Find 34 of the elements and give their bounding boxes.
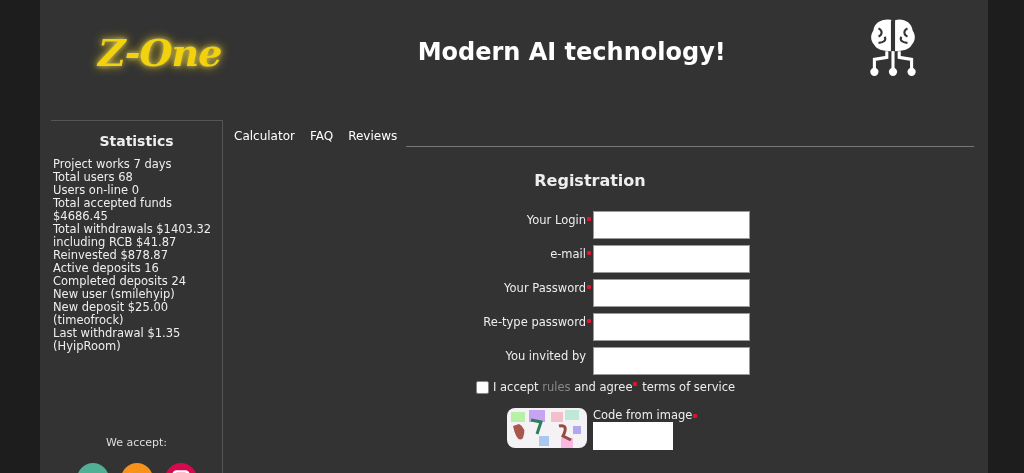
- agree-text: I accept rules and agree terms of service: [493, 380, 736, 394]
- rules-link[interactable]: rules: [542, 380, 571, 394]
- stat-line: Completed deposits 24: [53, 275, 188, 288]
- stat-line: New user (smilehyip): [53, 288, 176, 301]
- stat-line: Total accepted funds $4686.45: [53, 197, 174, 223]
- accept-label: We accept:: [104, 436, 169, 449]
- input-field[interactable]: [593, 313, 750, 341]
- input-field[interactable]: [593, 245, 750, 273]
- stat-line: Project works 7 days: [53, 158, 173, 171]
- field-label: Re-type password: [482, 314, 586, 329]
- stat-line: Last withdrawal $1.35 (HyipRoom): [53, 327, 182, 353]
- input-field[interactable]: [593, 279, 750, 307]
- stat-line: Reinvested $878.87: [53, 249, 169, 262]
- captcha-input[interactable]: [593, 422, 673, 450]
- nav-link[interactable]: FAQ: [309, 129, 334, 147]
- checkbox[interactable]: [476, 380, 489, 394]
- stat-line: New deposit $25.00 (timeofrock): [53, 301, 169, 327]
- logo: Z-One: [98, 29, 222, 75]
- stat-line: Total users 68: [53, 171, 134, 184]
- field-label: Your Password: [503, 280, 586, 295]
- tagline: Modern AI technology!: [417, 38, 726, 66]
- nav-link[interactable]: Reviews: [348, 129, 398, 147]
- form-title: Registration: [533, 171, 647, 190]
- input-field[interactable]: [593, 347, 750, 375]
- field-label: Your Login: [525, 212, 586, 227]
- stat-line: Active deposits 16: [53, 262, 159, 275]
- nav-link[interactable]: Calculator: [234, 129, 295, 147]
- sidebar-title: Statistics: [98, 133, 175, 149]
- captcha-label: Code from image: [593, 408, 693, 422]
- stat-line: Total withdrawals $1403.32 including RCB $41.87: [53, 223, 213, 249]
- field-label: You invited by: [504, 348, 586, 363]
- field-label: e-mail: [549, 246, 586, 261]
- input-field[interactable]: [593, 211, 750, 239]
- stat-line: Users on-line 0: [53, 184, 141, 197]
